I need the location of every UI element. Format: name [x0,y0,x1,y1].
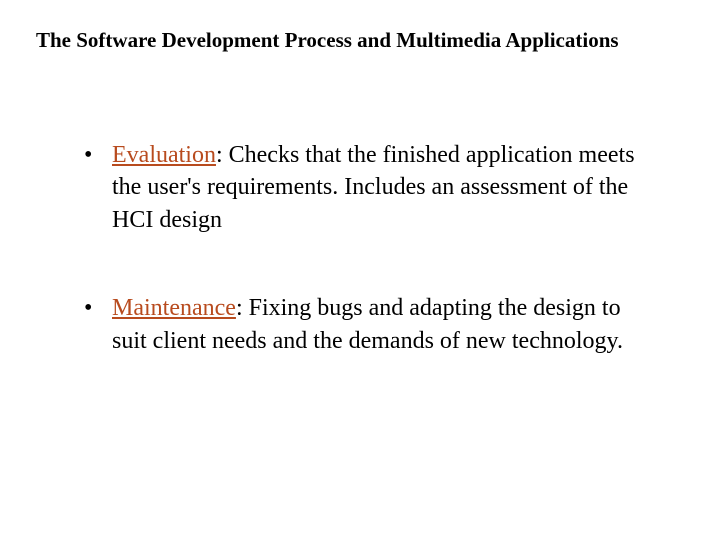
list-item: Evaluation: Checks that the finished app… [84,139,684,236]
slide-title: The Software Development Process and Mul… [36,28,684,53]
bullet-term: Maintenance [112,295,236,321]
list-item: Maintenance: Fixing bugs and adapting th… [84,292,684,357]
bullet-term: Evaluation [112,142,216,168]
bullet-list: Evaluation: Checks that the finished app… [36,139,684,357]
